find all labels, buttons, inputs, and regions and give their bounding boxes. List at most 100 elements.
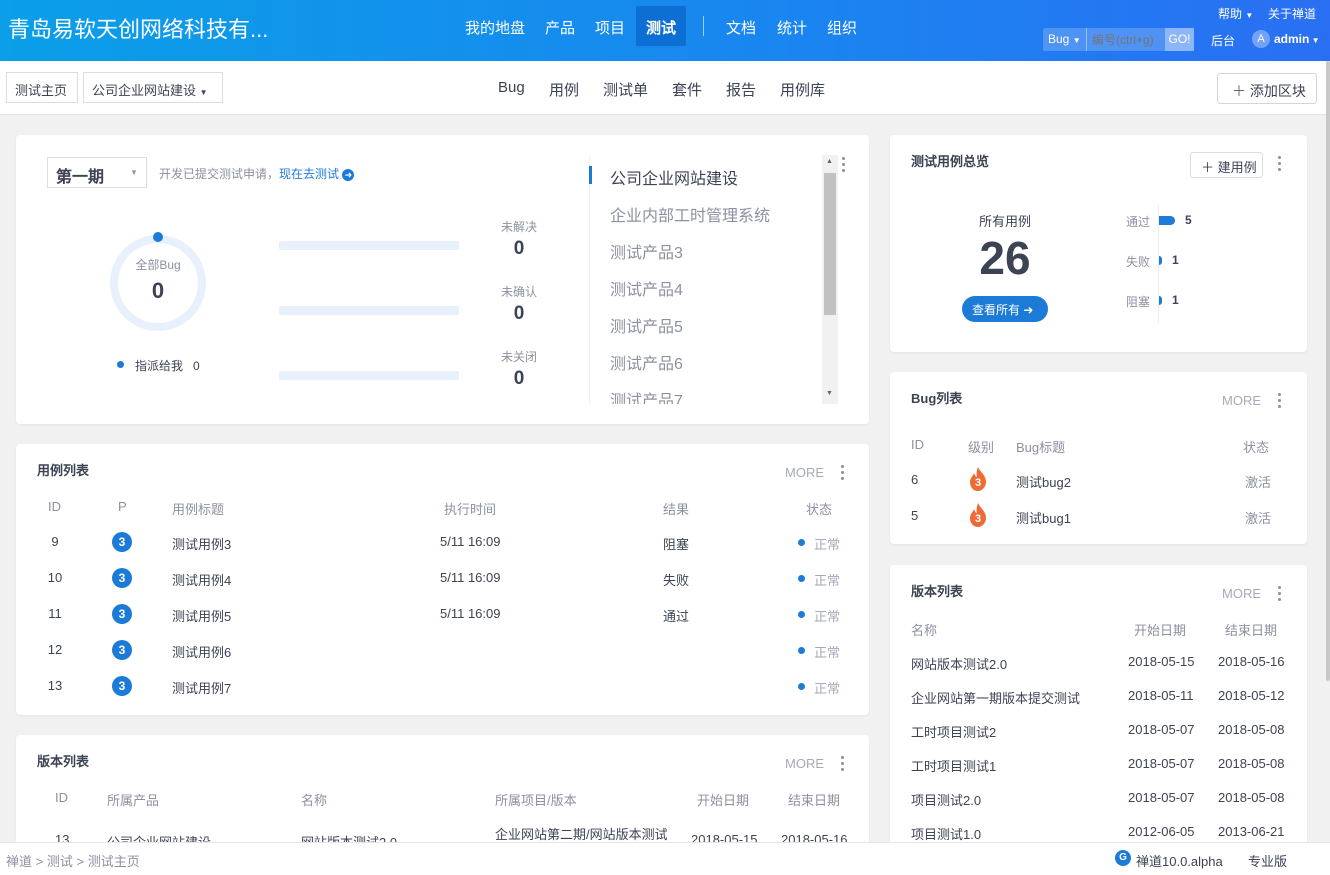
more-vert-icon[interactable] [841, 756, 845, 772]
product-switcher[interactable]: 公司企业网站建设 ▼ [83, 72, 223, 103]
admin-backend-link[interactable]: 后台 [1211, 32, 1235, 49]
company-name[interactable]: 青岛易软天创网络科技有... [8, 12, 268, 44]
result-value: 1 [1172, 253, 1179, 267]
column-header[interactable]: 结束日期 [788, 790, 840, 809]
column-header[interactable]: Bug标题 [1016, 437, 1065, 456]
tab-suite[interactable]: 套件 [672, 79, 702, 100]
nav-company[interactable]: 组织 [827, 17, 857, 38]
build-name-link[interactable]: 工时项目测试2 [911, 722, 996, 741]
add-block-button[interactable]: ＋ 添加区块 [1217, 73, 1317, 104]
phase-select[interactable]: 第一期 ▼ [47, 157, 147, 188]
nav-divider [703, 16, 704, 36]
nav-project[interactable]: 项目 [595, 17, 625, 38]
column-header[interactable]: 所属产品 [107, 790, 159, 809]
case-title-link[interactable]: 测试用例3 [172, 534, 231, 553]
edition-link[interactable]: 专业版 [1248, 851, 1287, 870]
product-item[interactable]: 测试产品6 [610, 350, 683, 374]
help-menu[interactable]: 帮助 ▼ [1218, 5, 1253, 22]
product-scrollbar[interactable]: ▲ ▼ [822, 155, 838, 404]
column-header[interactable]: ID [55, 790, 68, 805]
nav-doc[interactable]: 文档 [726, 17, 756, 38]
tab-bug[interactable]: Bug [498, 79, 525, 96]
about-link[interactable]: 关于禅道 [1268, 5, 1316, 22]
tab-caselib[interactable]: 用例库 [780, 79, 825, 100]
scrollbar-thumb[interactable] [824, 173, 836, 315]
column-header[interactable]: 结束日期 [1225, 620, 1277, 639]
nav-my[interactable]: 我的地盘 [465, 17, 525, 38]
more-vert-icon[interactable] [1278, 393, 1282, 409]
column-header[interactable]: 结果 [663, 499, 689, 518]
bug-title-link[interactable]: 测试bug1 [1016, 508, 1071, 527]
build-list-title: 版本列表 [37, 754, 90, 769]
case-list-more-link[interactable]: MORE [785, 465, 824, 480]
bug-list-more-link[interactable]: MORE [1222, 393, 1261, 408]
column-header[interactable]: ID [911, 437, 924, 452]
column-header[interactable]: 状态 [806, 499, 832, 518]
case-status: 正常 [814, 573, 841, 588]
search-type-select[interactable]: Bug ▼ [1043, 28, 1087, 51]
search-go-button[interactable]: GO! [1165, 28, 1194, 51]
build-name-link[interactable]: 项目测试1.0 [911, 824, 981, 843]
column-header[interactable]: ID [48, 499, 61, 514]
build-list-more-link[interactable]: MORE [785, 756, 824, 771]
column-header[interactable]: P [118, 499, 127, 514]
case-title-link[interactable]: 测试用例4 [172, 570, 231, 589]
footer-crumb-link[interactable]: 测试 [47, 854, 73, 869]
avatar[interactable]: A [1252, 30, 1270, 48]
assigned-to-me[interactable]: 指派给我 0 [135, 357, 200, 374]
build-name-link[interactable]: 项目测试2.0 [911, 790, 981, 809]
product-item[interactable]: 公司企业网站建设 [610, 165, 738, 189]
build-name-link[interactable]: 企业网站第一期版本提交测试 [911, 688, 1080, 707]
case-title-link[interactable]: 测试用例5 [172, 606, 231, 625]
scroll-up-icon[interactable]: ▲ [826, 158, 833, 165]
product-item[interactable]: 测试产品3 [610, 239, 683, 263]
more-vert-icon[interactable] [842, 157, 846, 173]
version-link[interactable]: 禅道10.0.alpha [1136, 851, 1223, 870]
nav-product[interactable]: 产品 [545, 17, 575, 38]
tab-case[interactable]: 用例 [549, 79, 579, 100]
arrow-right-circle-icon[interactable]: ➜ [342, 169, 355, 181]
case-result: 阻塞 [663, 537, 690, 552]
column-header[interactable]: 所属项目/版本 [495, 790, 577, 809]
tab-testtask[interactable]: 测试单 [603, 79, 648, 100]
arrow-right-icon: ➜ [1023, 303, 1034, 317]
nav-test[interactable]: 测试 [646, 17, 676, 38]
page-scrollbar[interactable] [1326, 61, 1330, 681]
footer-crumb-link[interactable]: 禅道 [6, 854, 32, 869]
column-header[interactable]: 级别 [968, 437, 994, 456]
help-label: 帮助 [1218, 7, 1243, 21]
view-all-button[interactable]: 查看所有 ➜ [962, 296, 1048, 322]
case-title-link[interactable]: 测试用例6 [172, 642, 231, 661]
footer-breadcrumb: 禅道 > 测试 > 测试主页 [6, 854, 140, 869]
product-item[interactable]: 企业内部工时管理系统 [610, 202, 770, 226]
column-header[interactable]: 开始日期 [1134, 620, 1186, 639]
zentao-logo-icon: G [1115, 850, 1131, 866]
more-vert-icon[interactable] [841, 465, 845, 481]
column-header[interactable]: 状态 [1243, 437, 1269, 456]
go-test-link[interactable]: 现在去测试 [279, 167, 339, 181]
tab-report[interactable]: 报告 [726, 79, 756, 100]
bug-id: 5 [911, 508, 919, 523]
side-build-list-more-link[interactable]: MORE [1222, 586, 1261, 601]
build-name-link[interactable]: 工时项目测试1 [911, 756, 996, 775]
column-header[interactable]: 名称 [301, 790, 327, 809]
scroll-down-icon[interactable]: ▼ [826, 390, 833, 397]
case-title-link[interactable]: 测试用例7 [172, 678, 231, 697]
column-header[interactable]: 开始日期 [697, 790, 749, 809]
result-value: 1 [1172, 293, 1179, 307]
product-item[interactable]: 测试产品4 [610, 276, 683, 300]
more-vert-icon[interactable] [1278, 156, 1282, 172]
column-header[interactable]: 执行时间 [444, 499, 496, 518]
more-vert-icon[interactable] [1278, 586, 1282, 602]
nav-report[interactable]: 统计 [777, 17, 807, 38]
column-header[interactable]: 用例标题 [172, 499, 224, 518]
product-item[interactable]: 测试产品7 [610, 387, 683, 404]
column-header[interactable]: 名称 [911, 620, 937, 639]
create-case-button[interactable]: ＋ 建用例 [1190, 152, 1263, 178]
search-input[interactable] [1087, 28, 1165, 51]
bug-title-link[interactable]: 测试bug2 [1016, 472, 1071, 491]
breadcrumb-test-home[interactable]: 测试主页 [6, 72, 78, 103]
product-item[interactable]: 测试产品5 [610, 313, 683, 337]
user-menu[interactable]: admin ▼ [1274, 32, 1319, 46]
build-name-link[interactable]: 网站版本测试2.0 [911, 654, 1007, 673]
